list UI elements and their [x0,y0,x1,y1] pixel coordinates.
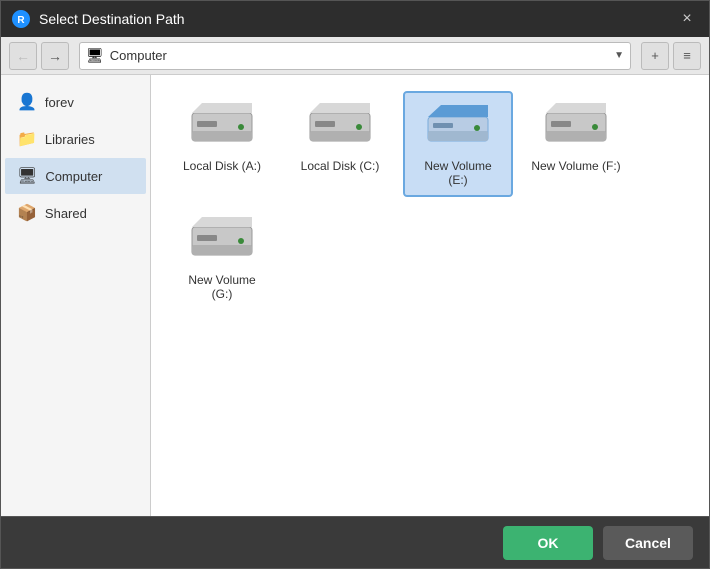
dialog: R Select Destination Path × ← → 🖥 Comput… [0,0,710,569]
file-item-local-c[interactable]: Local Disk (C:) [285,91,395,197]
file-label-new-volume-g: New Volume (G:) [177,273,267,301]
sidebar: 👤 forev 📁 Libraries 🖥 Computer 📦 Shared [1,75,151,516]
back-button[interactable]: ← [9,42,37,70]
toolbar: ← → 🖥 Computer ▼ + ≡ [1,37,709,75]
drive-icon-c [304,101,376,153]
app-icon: R [11,9,31,29]
address-dropdown-icon[interactable]: ▼ [614,50,624,61]
title-bar: R Select Destination Path × [1,1,709,37]
file-item-new-volume-f[interactable]: New Volume (F:) [521,91,631,197]
file-item-new-volume-e[interactable]: New Volume (E:) [403,91,513,197]
address-text: Computer [110,48,614,63]
sidebar-item-shared[interactable]: 📦 Shared [5,195,146,231]
sidebar-item-shared-label: Shared [45,206,87,221]
cancel-button[interactable]: Cancel [603,526,693,560]
sidebar-item-computer-label: Computer [45,169,102,184]
libraries-icon: 📁 [17,129,37,149]
file-item-local-a[interactable]: Local Disk (A:) [167,91,277,197]
drive-icon-a [186,101,258,153]
toolbar-actions: + ≡ [641,42,701,70]
address-icon: 🖥 [86,47,104,64]
user-icon: 👤 [17,92,37,112]
main-content: 👤 forev 📁 Libraries 🖥 Computer 📦 Shared [1,75,709,516]
forward-button[interactable]: → [41,42,69,70]
ok-button[interactable]: OK [503,526,593,560]
dialog-title: Select Destination Path [39,11,675,27]
file-label-local-a: Local Disk (A:) [183,159,261,173]
footer: OK Cancel [1,516,709,568]
computer-icon: 🖥 [17,166,37,186]
drive-icon-g [186,215,258,267]
sidebar-item-libraries[interactable]: 📁 Libraries [5,121,146,157]
svg-text:R: R [17,15,25,26]
shared-icon: 📦 [17,203,37,223]
file-label-local-c: Local Disk (C:) [301,159,380,173]
drive-icon-e [422,101,494,153]
new-folder-button[interactable]: + [641,42,669,70]
view-toggle-button[interactable]: ≡ [673,42,701,70]
file-area: Local Disk (A:) Local Disk (C:) [151,75,709,516]
file-label-new-volume-e: New Volume (E:) [413,159,503,187]
sidebar-item-forev-label: forev [45,95,74,110]
sidebar-item-libraries-label: Libraries [45,132,95,147]
sidebar-item-forev[interactable]: 👤 forev [5,84,146,120]
sidebar-item-computer[interactable]: 🖥 Computer [5,158,146,194]
address-bar: 🖥 Computer ▼ [79,42,631,70]
drive-icon-f [540,101,612,153]
close-button[interactable]: × [675,7,699,31]
file-item-new-volume-g[interactable]: New Volume (G:) [167,205,277,311]
file-label-new-volume-f: New Volume (F:) [531,159,620,173]
